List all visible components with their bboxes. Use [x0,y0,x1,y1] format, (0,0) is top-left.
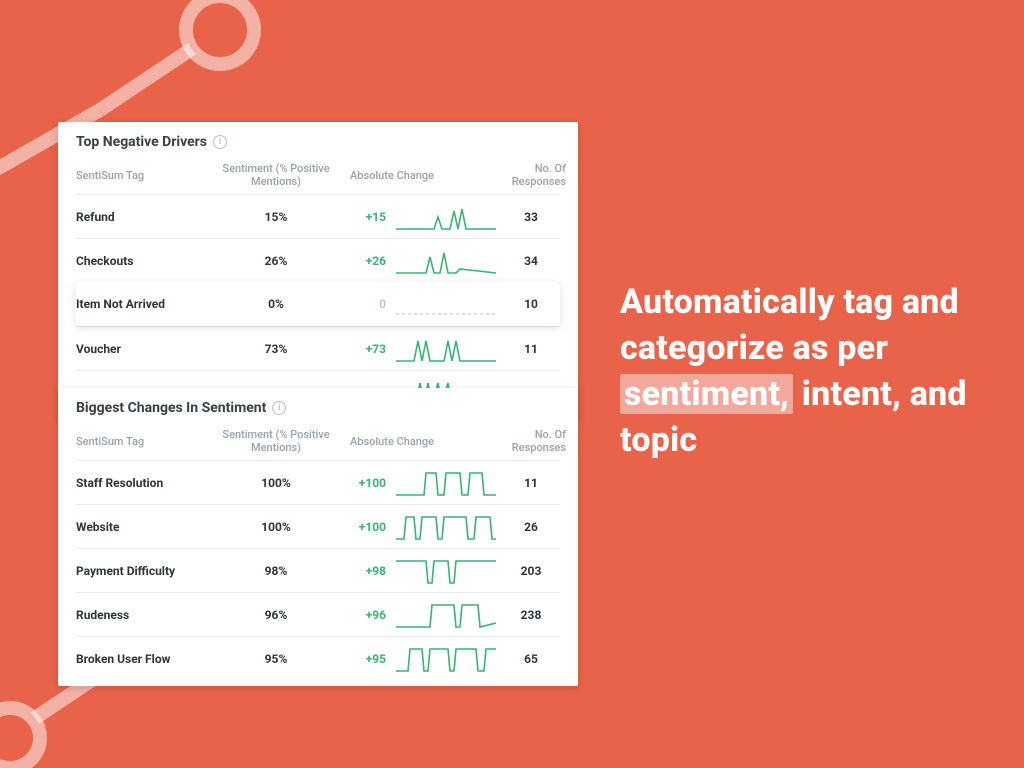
tag-cell: Refund [76,210,206,224]
sparkline [396,469,496,497]
sentiment-cell: 15% [206,210,346,224]
change-cell: +15 [346,210,396,224]
responses-cell: 26 [496,520,566,534]
card-title-text: Top Negative Drivers [76,134,207,150]
sentiment-cell: 98% [206,564,346,578]
card-title: Biggest Changes In Sentiment i [76,400,560,416]
tag-cell: Broken User Flow [76,652,206,666]
headline-text: Automatically tag and categorize as per … [620,280,980,464]
responses-cell: 203 [496,564,566,578]
table-body: Refund15%+1533Checkouts26%+2634 Item Not … [76,194,560,414]
change-cell: +100 [346,476,396,490]
col-header-sentiment: Sentiment (% Positive Mentions) [206,162,346,188]
tag-cell: Payment Difficulty [76,564,206,578]
sparkline [396,557,496,585]
change-cell: +73 [346,342,396,356]
table-row[interactable]: Refund15%+1533 [76,194,560,238]
card-title-text: Biggest Changes In Sentiment [76,400,266,416]
sentiment-cell: 0% [206,297,346,311]
change-cell: +26 [346,254,396,268]
change-cell: +95 [346,652,396,666]
col-header-sentiment: Sentiment (% Positive Mentions) [206,428,346,454]
sparkline [396,645,496,673]
table-header-row: SentiSum Tag Sentiment (% Positive Menti… [76,424,560,460]
col-header-responses: No. Of Responses [496,428,566,454]
table-row[interactable]: Item Not Arrived0%010 [76,282,560,326]
top-negative-drivers-card: Top Negative Drivers i SentiSum Tag Sent… [58,122,578,420]
col-header-change: Absolute Change [346,435,496,448]
responses-cell: 33 [496,210,566,224]
tag-cell: Voucher [76,342,206,356]
col-header-tag: SentiSum Tag [76,169,206,182]
table-row[interactable]: Broken User Flow95%+9565 [76,636,560,680]
table-row[interactable]: Staff Resolution100%+10011 [76,460,560,504]
sparkline [396,513,496,541]
info-icon[interactable]: i [213,135,227,149]
col-header-responses: No. Of Responses [496,162,566,188]
table-row[interactable]: Website100%+10026 [76,504,560,548]
table-row[interactable]: Voucher73%+7311 [76,326,560,370]
table-row[interactable]: Payment Difficulty98%+98203 [76,548,560,592]
change-cell: +100 [346,520,396,534]
responses-cell: 11 [496,476,566,490]
sparkline [396,601,496,629]
table-header-row: SentiSum Tag Sentiment (% Positive Menti… [76,158,560,194]
table-row[interactable]: Rudeness96%+96238 [76,592,560,636]
sentiment-cell: 96% [206,608,346,622]
sentiment-cell: 26% [206,254,346,268]
sparkline [396,335,496,363]
sparkline [396,203,496,231]
col-header-tag: SentiSum Tag [76,435,206,448]
table-row[interactable]: Checkouts26%+2634 [76,238,560,282]
responses-cell: 34 [496,254,566,268]
biggest-changes-card: Biggest Changes In Sentiment i SentiSum … [58,388,578,686]
sparkline [396,247,496,275]
headline-pre: Automatically tag and categorize as per [620,282,959,368]
tag-cell: Rudeness [76,608,206,622]
sentiment-cell: 100% [206,476,346,490]
info-icon[interactable]: i [272,401,286,415]
responses-cell: 10 [496,297,566,311]
tag-cell: Staff Resolution [76,476,206,490]
sentiment-cell: 100% [206,520,346,534]
table-body: Staff Resolution100%+10011Website100%+10… [76,460,560,680]
change-cell: +96 [346,608,396,622]
responses-cell: 65 [496,652,566,666]
change-cell: 0 [346,297,396,311]
headline-highlight: sentiment, [620,374,793,414]
tag-cell: Website [76,520,206,534]
tag-cell: Item Not Arrived [76,297,206,311]
responses-cell: 238 [496,608,566,622]
change-cell: +98 [346,564,396,578]
responses-cell: 11 [496,342,566,356]
col-header-change: Absolute Change [346,169,496,182]
card-title: Top Negative Drivers i [76,134,560,150]
sparkline [396,290,496,318]
sentiment-cell: 73% [206,342,346,356]
sentiment-cell: 95% [206,652,346,666]
tag-cell: Checkouts [76,254,206,268]
